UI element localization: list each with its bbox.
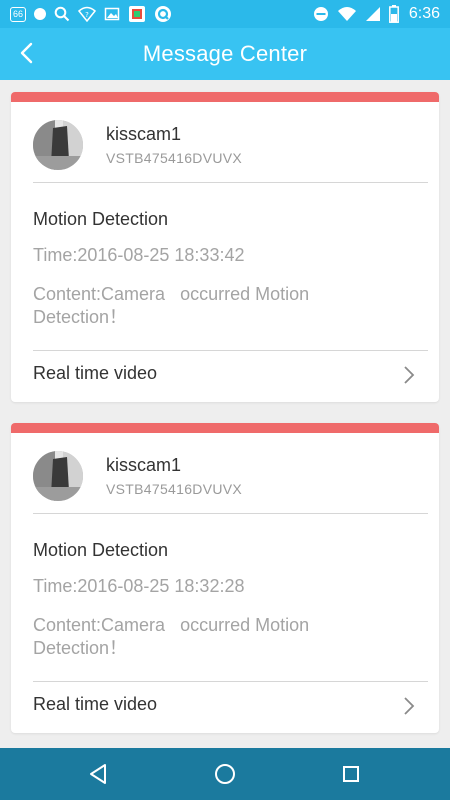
device-name: kisscam1 xyxy=(106,124,182,144)
card-accent-bar xyxy=(11,92,439,102)
device-id: VSTB475416DVUVX xyxy=(106,150,243,166)
wifi-question-icon: ? xyxy=(78,6,97,22)
wifi-icon xyxy=(337,7,356,21)
notification-badge-icon: 66 xyxy=(10,6,27,22)
nav-recents-button[interactable] xyxy=(337,760,365,788)
divider xyxy=(33,182,428,183)
system-nav-bar xyxy=(0,748,450,800)
status-left-icons: 66 ? xyxy=(10,5,172,23)
app-badge-icon xyxy=(129,6,146,22)
status-bar: 66 ? 6:36 xyxy=(0,0,450,28)
device-row: kisscam1 VSTB475416DVUVX xyxy=(11,102,439,182)
page-title: Message Center xyxy=(142,41,308,66)
event-time: Time:2016-08-25 18:32:28 xyxy=(33,576,245,596)
card-accent-bar xyxy=(11,423,439,433)
device-row: kisscam1 VSTB475416DVUVX xyxy=(11,433,439,513)
event-content: Content:Camera occurred Motion Detection… xyxy=(33,615,315,658)
real-time-video-button[interactable]: Real time video xyxy=(11,351,439,399)
clock: 6:36 xyxy=(408,5,440,22)
search-icon xyxy=(54,6,70,22)
event-time: Time:2016-08-25 18:33:42 xyxy=(33,245,245,265)
real-time-video-button[interactable]: Real time video xyxy=(11,682,439,730)
device-name: kisscam1 xyxy=(106,455,182,475)
message-list[interactable]: kisscam1 VSTB475416DVUVX Motion Detectio… xyxy=(0,80,450,748)
camera-avatar xyxy=(33,120,83,170)
do-not-disturb-icon xyxy=(313,7,328,21)
home-circle-icon xyxy=(215,764,235,784)
real-time-video-label: Real time video xyxy=(33,694,158,714)
chevron-right-icon xyxy=(404,366,415,384)
status-right-icons: 6:36 xyxy=(313,5,440,23)
cell-signal-icon xyxy=(365,7,380,21)
image-icon xyxy=(104,7,120,21)
chevron-right-icon xyxy=(404,697,415,715)
nav-home-button[interactable] xyxy=(211,760,239,788)
event-content: Content:Camera occurred Motion Detection… xyxy=(33,284,315,327)
app-header: Message Center xyxy=(0,28,450,80)
event-title: Motion Detection xyxy=(33,540,169,560)
message-card: kisscam1 VSTB475416DVUVX Motion Detectio… xyxy=(11,92,439,402)
camera-avatar xyxy=(33,451,83,501)
q-app-icon xyxy=(155,6,172,22)
message-card: kisscam1 VSTB475416DVUVX Motion Detectio… xyxy=(11,423,439,733)
back-triangle-icon xyxy=(90,764,106,784)
device-id: VSTB475416DVUVX xyxy=(106,481,243,497)
event-title: Motion Detection xyxy=(33,209,169,229)
divider xyxy=(33,513,428,514)
svg-text:?: ? xyxy=(85,11,89,19)
nav-back-button[interactable] xyxy=(84,760,112,788)
dot-icon xyxy=(34,8,47,20)
real-time-video-label: Real time video xyxy=(33,363,158,383)
recents-square-icon xyxy=(343,766,359,782)
battery-icon xyxy=(388,5,399,23)
